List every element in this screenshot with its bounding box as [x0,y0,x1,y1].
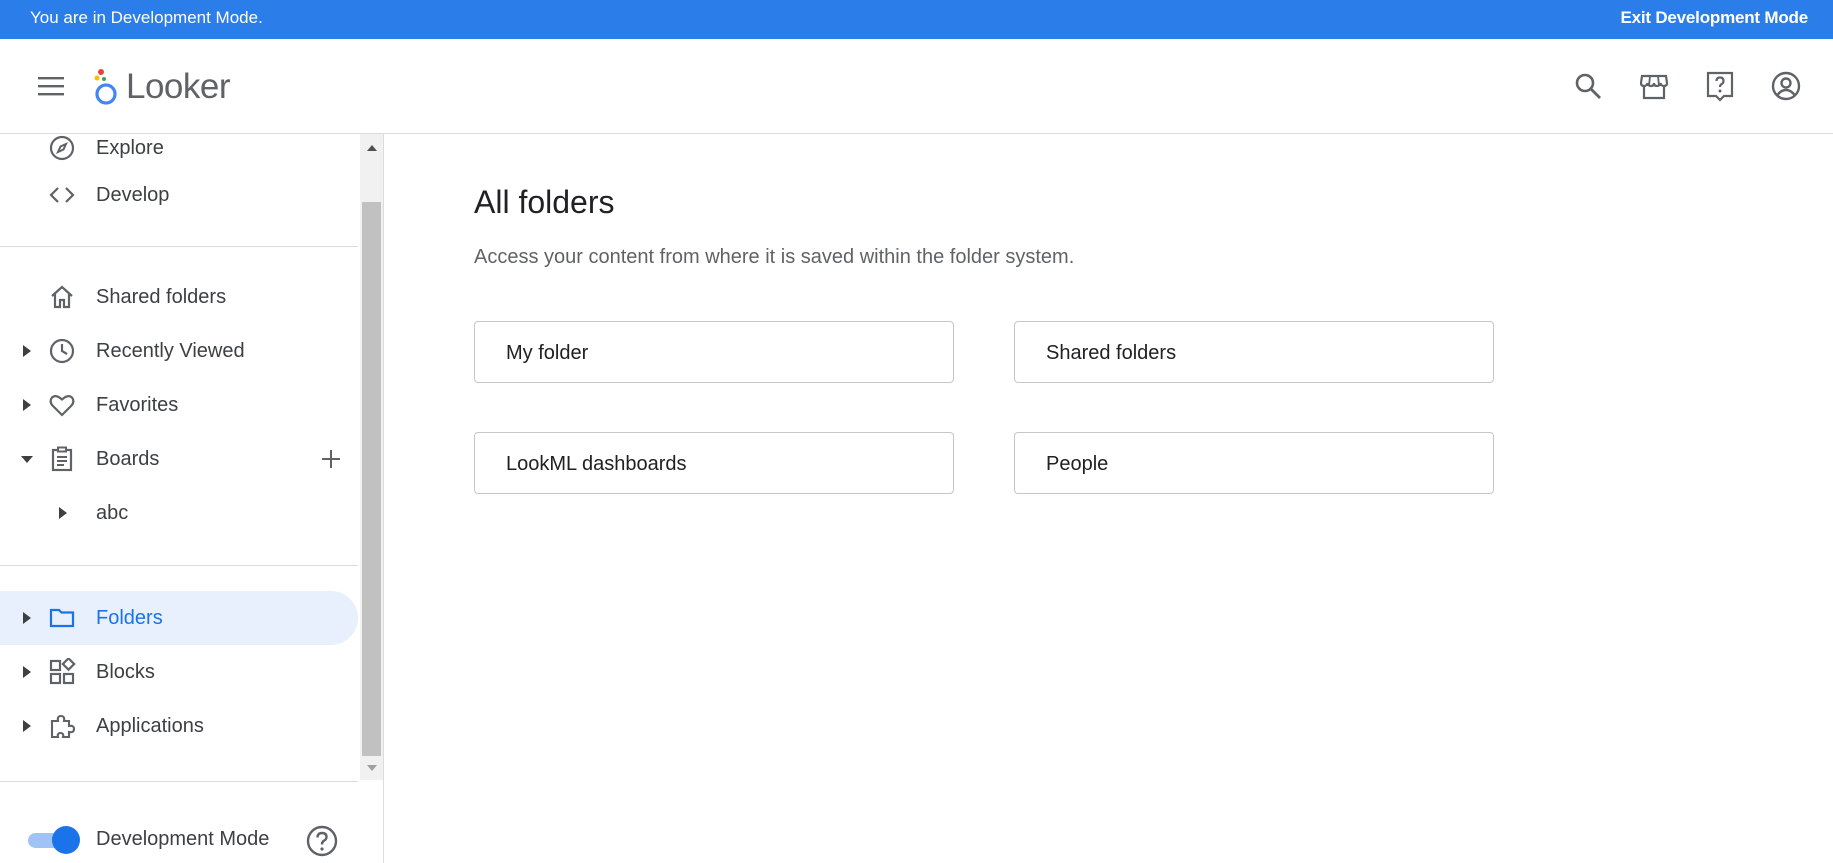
page-title: All folders [474,184,615,220]
sidebar-divider [0,565,358,566]
code-icon [49,187,75,203]
blocks-icon [49,658,76,685]
folder-card-shared-folders[interactable]: Shared folders [1014,321,1494,383]
folder-card-my-folder[interactable]: My folder [474,321,954,383]
sidebar-item-favorites[interactable]: Favorites [0,378,358,432]
folder-card-label: LookML dashboards [506,453,687,475]
sidebar-item-label: Applications [96,715,204,737]
main-divider [383,134,384,863]
caret-right-icon[interactable] [20,397,34,413]
marketplace-icon[interactable] [1638,70,1670,102]
caret-right-icon[interactable] [20,610,34,626]
caret-right-icon[interactable] [20,343,34,359]
add-board-icon[interactable] [320,448,342,470]
dev-mode-label: Development Mode [96,828,270,850]
page-subtitle: Access your content from where it is sav… [474,246,1075,268]
sidebar-item-develop[interactable]: Develop [0,168,358,222]
help-icon[interactable] [1704,70,1736,102]
caret-right-icon[interactable] [56,505,70,521]
sidebar-divider [0,781,358,782]
home-icon [51,285,73,309]
looker-logo-icon [94,69,117,105]
sidebar-item-applications[interactable]: Applications [0,699,358,753]
sidebar-divider [0,246,358,247]
sidebar-item-shared-folders[interactable]: Shared folders [0,270,358,324]
sidebar-item-folders[interactable]: Folders [0,591,358,645]
folder-card-label: People [1046,453,1109,475]
compass-icon [49,135,75,161]
app-name: Looker [126,67,231,106]
caret-right-icon[interactable] [20,664,34,680]
exit-dev-mode-link[interactable]: Exit Development Mode [1620,8,1808,28]
help-circle-icon[interactable] [305,824,339,858]
dev-mode-message: You are in Development Mode. [30,8,263,27]
scroll-up-icon[interactable] [366,143,378,153]
folder-icon [49,608,75,628]
folder-card-people[interactable]: People [1014,432,1494,494]
sidebar-item-label: Develop [96,184,170,206]
sidebar-item-label: Favorites [96,394,179,416]
sidebar: Explore Develop Shared folders Recently … [0,134,383,863]
folder-card-label: My folder [506,342,589,364]
sidebar-item-blocks[interactable]: Blocks [0,645,358,699]
heart-icon [49,395,75,417]
clipboard-icon [51,446,73,472]
app-header: Looker [0,39,1833,134]
menu-icon[interactable] [36,71,66,101]
sidebar-item-recently-viewed[interactable]: Recently Viewed [0,324,358,378]
sidebar-item-label: Blocks [96,661,155,683]
account-icon[interactable] [1770,70,1802,102]
search-icon[interactable] [1572,70,1604,102]
sidebar-item-label: Folders [96,607,163,629]
sidebar-item-board-abc[interactable]: abc [0,486,358,540]
scroll-down-icon[interactable] [366,763,378,773]
sidebar-item-label: Explore [96,137,164,159]
sidebar-item-explore[interactable]: Explore [0,121,358,175]
dev-mode-banner: You are in Development Mode. Exit Develo… [0,0,1833,39]
puzzle-icon [50,714,76,739]
sidebar-item-label: Shared folders [96,286,227,308]
sidebar-item-label: Boards [96,448,160,470]
folder-card-lookml-dashboards[interactable]: LookML dashboards [474,432,954,494]
folder-card-label: Shared folders [1046,342,1177,364]
caret-down-icon[interactable] [20,451,34,467]
clock-icon [49,338,75,364]
sidebar-item-label: abc [96,502,129,524]
sidebar-item-boards[interactable]: Boards [0,432,358,486]
sidebar-item-label: Recently Viewed [96,340,245,362]
dev-mode-toggle[interactable] [26,825,82,855]
caret-right-icon[interactable] [20,718,34,734]
sidebar-scrollbar-thumb[interactable] [362,202,381,756]
